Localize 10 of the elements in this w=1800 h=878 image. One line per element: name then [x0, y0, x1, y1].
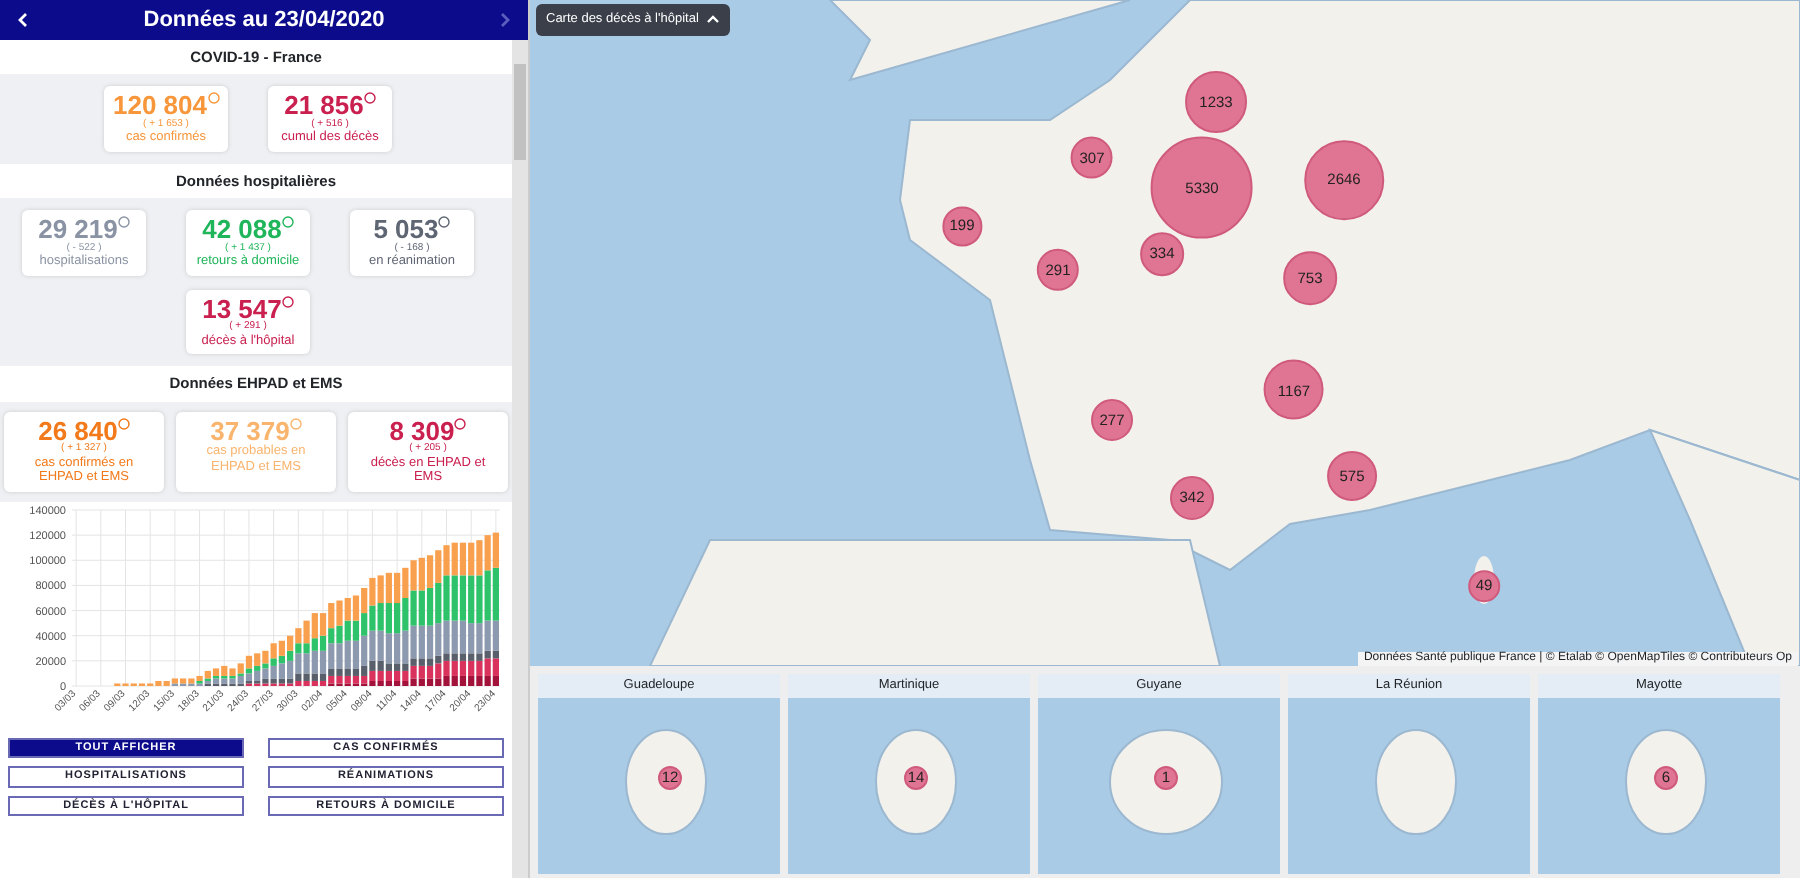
stat-value: 8 309: [389, 415, 455, 446]
stat-value: 29 219: [38, 214, 118, 245]
header-title: Données au 23/04/2020: [143, 5, 385, 36]
stat-value: 5 053: [373, 214, 439, 245]
stat-value: 120 804: [113, 90, 207, 121]
stat-value: 13 547: [202, 293, 282, 324]
stat-value: 42 088: [202, 214, 282, 245]
stat-value: 21 856: [284, 90, 364, 121]
stat-value: 26 840: [38, 415, 118, 446]
stat-value: 37 379: [210, 415, 290, 446]
